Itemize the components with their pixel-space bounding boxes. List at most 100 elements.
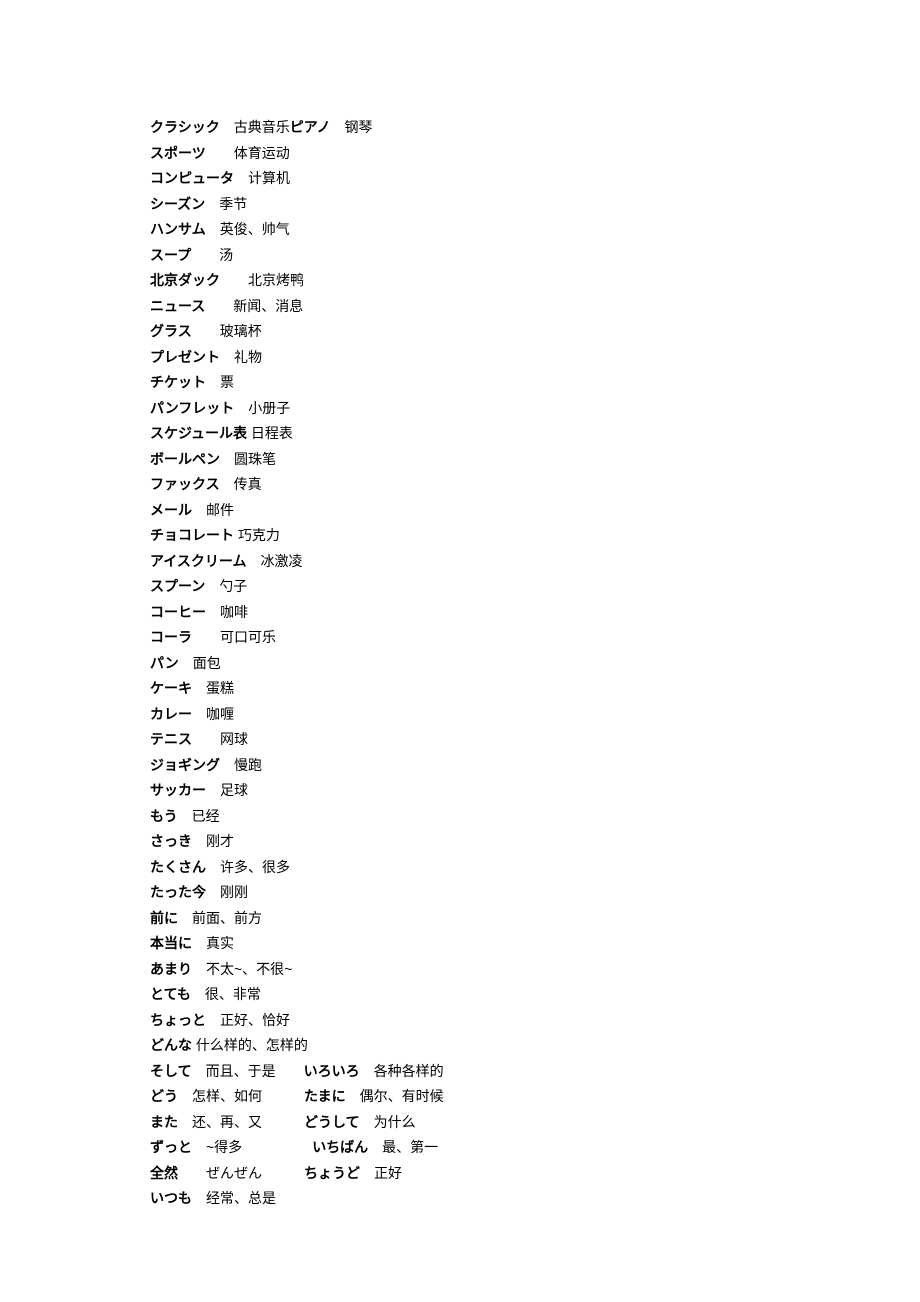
definition-text: 各种各样的 xyxy=(360,1063,444,1079)
term-text: ハンサム xyxy=(150,221,206,237)
definition-text: 计算机 xyxy=(234,170,290,186)
definition-text: 咖喱 xyxy=(192,706,234,722)
definition-text: 正好、恰好 xyxy=(206,1012,290,1028)
term-text: ファックス xyxy=(150,476,220,492)
term-text: たまに xyxy=(304,1088,346,1104)
term-text: あまり xyxy=(150,961,192,977)
term-text: クラシック xyxy=(150,119,220,135)
definition-text: 咖啡 xyxy=(206,604,248,620)
term-text: カレー xyxy=(150,706,192,722)
vocab-row: ケーキ 蛋糕 xyxy=(150,676,920,702)
term-text: チケット xyxy=(150,374,206,390)
definition-text: 传真 xyxy=(220,476,262,492)
term-text: グラス xyxy=(150,323,192,339)
definition-text: 礼物 xyxy=(220,349,262,365)
definition-text: 邮件 xyxy=(192,502,234,518)
definition-text: 勺子 xyxy=(205,578,247,594)
term-text: ピアノ xyxy=(290,119,331,135)
vocabulary-list: クラシック 古典音乐ピアノ 钢琴スポーツ 体育运动コンピュータ 计算机シーズン … xyxy=(0,0,920,1212)
term-text: ニュース xyxy=(150,298,205,314)
term-text: コーヒー xyxy=(150,604,206,620)
definition-text: 经常、总是 xyxy=(192,1190,276,1206)
term-text: もう xyxy=(150,808,178,824)
term-text: スポーツ xyxy=(150,145,206,161)
vocab-row: そして 而且、于是 いろいろ 各种各样的 xyxy=(150,1059,920,1085)
term-text: ちょうど xyxy=(304,1165,360,1181)
definition-text: ~得多 xyxy=(192,1139,312,1155)
term-text: パンフレット xyxy=(150,400,234,416)
vocab-row: テニス 网球 xyxy=(150,727,920,753)
definition-text: 慢跑 xyxy=(220,757,262,773)
vocab-row: あまり 不太~、不很~ xyxy=(150,957,920,983)
term-text: いちばん xyxy=(312,1139,368,1155)
vocab-row: チョコレート 巧克力 xyxy=(150,523,920,549)
vocab-row: スープ 汤 xyxy=(150,243,920,269)
term-text: いつも xyxy=(150,1190,192,1206)
vocab-row: 全然 ぜんぜん ちょうど 正好 xyxy=(150,1161,920,1187)
term-text: また xyxy=(150,1114,178,1130)
definition-text: 古典音乐 xyxy=(220,119,290,135)
definition-text: 最、第一 xyxy=(368,1139,438,1155)
term-text: 北京ダック xyxy=(150,272,220,288)
vocab-row: クラシック 古典音乐ピアノ 钢琴 xyxy=(150,115,920,141)
vocab-row: たった今 刚刚 xyxy=(150,880,920,906)
vocab-row: ちょっと 正好、恰好 xyxy=(150,1008,920,1034)
definition-text: 英俊、帅气 xyxy=(206,221,290,237)
vocab-row: また 还、再、又 どうして 为什么 xyxy=(150,1110,920,1136)
term-text: スープ xyxy=(150,247,191,263)
term-text: サッカー xyxy=(150,782,206,798)
definition-text: 刚刚 xyxy=(206,884,248,900)
vocab-row: スケジュール表 日程表 xyxy=(150,421,920,447)
vocab-row: サッカー 足球 xyxy=(150,778,920,804)
vocab-row: パン 面包 xyxy=(150,651,920,677)
term-text: パン xyxy=(150,655,179,671)
term-text: チョコレート xyxy=(150,527,234,543)
vocab-row: プレゼント 礼物 xyxy=(150,345,920,371)
term-text: コンピュータ xyxy=(150,170,234,186)
term-text: たった今 xyxy=(150,884,206,900)
definition-text: 怎样、如何 xyxy=(178,1088,304,1104)
vocab-row: ボールペン 圆珠笔 xyxy=(150,447,920,473)
definition-text: 网球 xyxy=(192,731,248,747)
definition-text: 汤 xyxy=(191,247,233,263)
term-text: いろいろ xyxy=(304,1063,360,1079)
definition-text: 为什么 xyxy=(360,1114,416,1130)
vocab-row: とても 很、非常 xyxy=(150,982,920,1008)
vocab-row: ニュース 新闻、消息 xyxy=(150,294,920,320)
vocab-row: メール 邮件 xyxy=(150,498,920,524)
term-text: たくさん xyxy=(150,859,206,875)
definition-text: 可口可乐 xyxy=(192,629,276,645)
definition-text: 正好 xyxy=(360,1165,402,1181)
definition-text: 玻璃杯 xyxy=(192,323,262,339)
definition-text: 刚才 xyxy=(192,833,234,849)
vocab-row: ハンサム 英俊、帅气 xyxy=(150,217,920,243)
vocab-row: どんな 什么样的、怎样的 xyxy=(150,1033,920,1059)
term-text: 前に xyxy=(150,910,178,926)
term-text: さっき xyxy=(150,833,192,849)
term-text: ジョギング xyxy=(150,757,220,773)
definition-text: 真实 xyxy=(192,935,234,951)
vocab-row: ジョギング 慢跑 xyxy=(150,753,920,779)
definition-text: 而且、于是 xyxy=(192,1063,304,1079)
vocab-row: シーズン 季节 xyxy=(150,192,920,218)
vocab-row: コーヒー 咖啡 xyxy=(150,600,920,626)
vocab-row: たくさん 许多、很多 xyxy=(150,855,920,881)
definition-text: ぜんぜん xyxy=(178,1165,304,1181)
definition-text: 足球 xyxy=(206,782,248,798)
term-text: どうして xyxy=(304,1114,360,1130)
definition-text: 季节 xyxy=(205,196,247,212)
term-text: 本当に xyxy=(150,935,192,951)
term-text: ちょっと xyxy=(150,1012,206,1028)
definition-text: 日程表 xyxy=(247,425,293,441)
definition-text: 蛋糕 xyxy=(192,680,234,696)
vocab-row: 北京ダック 北京烤鸭 xyxy=(150,268,920,294)
term-text: そして xyxy=(150,1063,192,1079)
term-text: シーズン xyxy=(150,196,205,212)
definition-text: 偶尔、有时候 xyxy=(346,1088,444,1104)
term-text: どんな xyxy=(150,1037,192,1053)
vocab-row: いつも 经常、总是 xyxy=(150,1186,920,1212)
vocab-row: スプーン 勺子 xyxy=(150,574,920,600)
definition-text: 还、再、又 xyxy=(178,1114,304,1130)
term-text: ケーキ xyxy=(150,680,192,696)
term-text: 全然 xyxy=(150,1165,178,1181)
